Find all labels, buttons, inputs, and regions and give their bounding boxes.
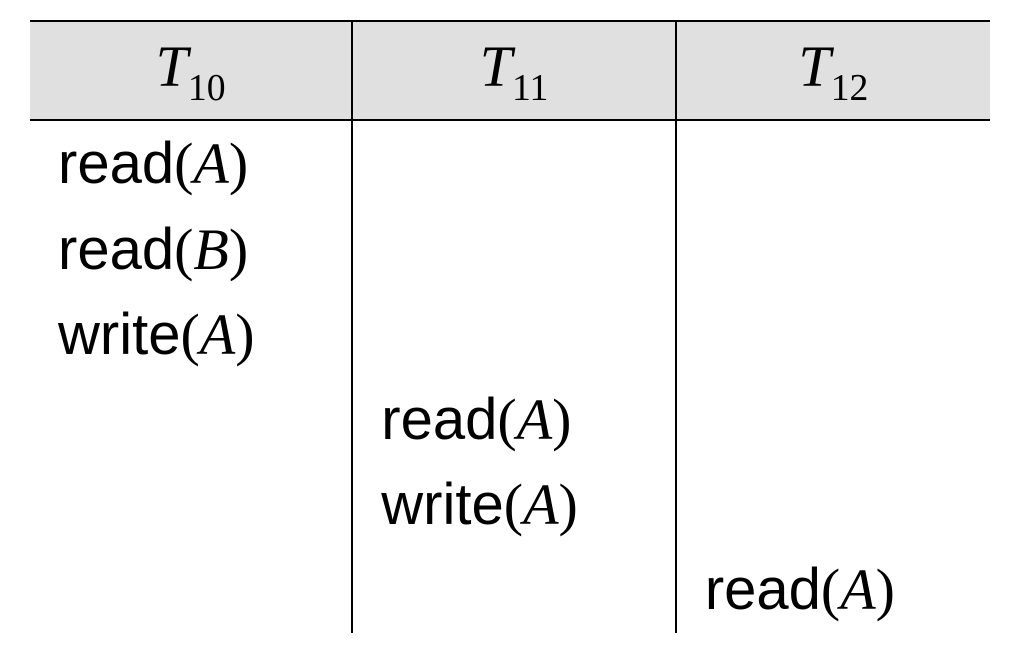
open-paren: (	[180, 302, 199, 367]
header-var: T	[798, 34, 830, 99]
operation-arg: B	[193, 217, 228, 282]
operation-name: read	[705, 557, 821, 622]
schedule-row: read(A)	[30, 377, 990, 462]
transaction-schedule-table: T10 T11 T12 read(A)read(B)write(A)read(A…	[30, 20, 990, 633]
schedule-cell: read(A)	[30, 120, 352, 206]
header-var: T	[480, 34, 512, 99]
close-paren: )	[559, 472, 578, 537]
header-sub: 11	[512, 67, 548, 109]
schedule-cell	[352, 292, 676, 377]
schedule-cell: read(A)	[352, 377, 676, 462]
close-paren: )	[229, 217, 248, 282]
header-t10: T10	[30, 21, 352, 120]
close-paren: )	[876, 557, 895, 622]
schedule-body: read(A)read(B)write(A)read(A)write(A)rea…	[30, 120, 990, 632]
open-paren: (	[174, 217, 193, 282]
open-paren: (	[504, 472, 523, 537]
close-paren: )	[235, 302, 254, 367]
schedule-cell	[676, 462, 990, 547]
header-sub: 12	[831, 67, 869, 109]
close-paren: )	[229, 131, 248, 196]
operation-arg: A	[523, 472, 558, 537]
operation-arg: A	[840, 557, 875, 622]
schedule-cell: write(A)	[352, 462, 676, 547]
schedule-cell	[676, 207, 990, 292]
schedule-cell: read(B)	[30, 207, 352, 292]
schedule-row: read(A)	[30, 120, 990, 206]
open-paren: (	[821, 557, 840, 622]
schedule-cell	[30, 377, 352, 462]
schedule-row: write(A)	[30, 462, 990, 547]
operation-arg: A	[193, 131, 228, 196]
schedule-row: write(A)	[30, 292, 990, 377]
operation-name: write	[381, 472, 503, 537]
schedule-cell	[676, 292, 990, 377]
schedule-cell	[352, 120, 676, 206]
schedule-cell	[676, 120, 990, 206]
schedule-cell	[352, 547, 676, 632]
operation-name: read	[58, 131, 174, 196]
header-t11: T11	[352, 21, 676, 120]
schedule-cell: read(A)	[676, 547, 990, 632]
open-paren: (	[174, 131, 193, 196]
open-paren: (	[497, 387, 516, 452]
schedule-cell	[30, 547, 352, 632]
schedule-cell	[352, 207, 676, 292]
header-t12: T12	[676, 21, 990, 120]
operation-name: read	[58, 217, 174, 282]
operation-arg: A	[517, 387, 552, 452]
header-sub: 10	[188, 67, 226, 109]
schedule-cell: write(A)	[30, 292, 352, 377]
header-var: T	[156, 34, 188, 99]
schedule-cell	[30, 462, 352, 547]
close-paren: )	[552, 387, 571, 452]
schedule-cell	[676, 377, 990, 462]
schedule-row: read(A)	[30, 547, 990, 632]
schedule-row: read(B)	[30, 207, 990, 292]
operation-name: write	[58, 302, 180, 367]
operation-arg: A	[200, 302, 235, 367]
operation-name: read	[381, 387, 497, 452]
